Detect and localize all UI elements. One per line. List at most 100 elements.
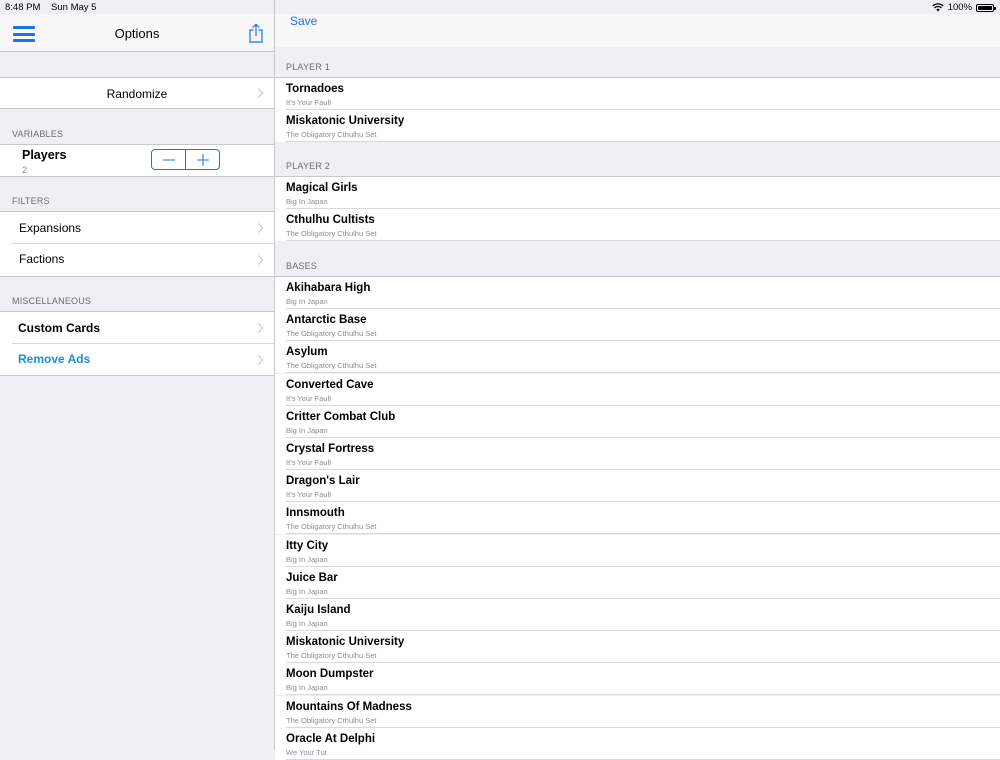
wifi-icon	[932, 3, 944, 12]
list-item[interactable]: Magical Girls Big In Japan	[275, 177, 1000, 209]
list-item-subtitle: The Obligatory Cthulhu Set	[286, 715, 377, 725]
players-value: 2	[22, 165, 28, 175]
save-button[interactable]: Save	[290, 14, 317, 28]
list-item-subtitle: The Obligatory Cthulhu Set	[286, 229, 377, 239]
chevron-right-icon	[253, 354, 264, 365]
increment-button[interactable]	[186, 150, 219, 169]
list-item-title: Innsmouth	[286, 507, 345, 520]
list-item-title: Critter Combat Club	[286, 410, 396, 423]
sidebar-title: Options	[114, 26, 160, 41]
list-item-title: Crystal Fortress	[286, 443, 375, 455]
custom-cards-label: Custom Cards	[18, 321, 101, 335]
list-item[interactable]: Akihabara High Big In Japan	[275, 277, 1000, 309]
list-item-subtitle: It's Your Fault	[286, 458, 332, 467]
list-item[interactable]: Dragon's Lair It's Your Fault	[275, 470, 1000, 503]
list-item-subtitle: Big In Japan	[286, 297, 328, 306]
sidebar: Options Randomize VARIABLES Players 2 FI…	[0, 0, 275, 750]
factions-label: Factions	[19, 252, 65, 266]
list-item[interactable]: Innsmouth The Obligatory Cthulhu Set	[275, 502, 1000, 535]
list-item-title: Converted Cave	[286, 378, 374, 391]
chevron-right-icon	[253, 223, 264, 233]
list-item[interactable]: Critter Combat Club Big In Japan	[275, 405, 1000, 438]
list-item[interactable]: Moon Dumpster Big In Japan	[275, 663, 1000, 696]
list-item-title: Kaiju Island	[286, 604, 351, 616]
list-item-title: Oracle At Delphi	[286, 732, 376, 745]
list-item-title: Itty City	[286, 539, 329, 552]
list-item[interactable]: Mountains Of Madness The Obligatory Cthul…	[275, 695, 1000, 728]
list-item[interactable]: Crystal Fortress It's Your Fault	[275, 438, 1000, 470]
list-item-subtitle: We Your Tut	[286, 747, 327, 757]
players-row: Players 2	[0, 144, 274, 177]
list-item-subtitle: The Obligatory Cthulhu Set	[286, 361, 377, 371]
expansions-label: Expansions	[19, 221, 82, 235]
list-item[interactable]: Asylum The Obligatory Cthulhu Set	[275, 341, 1000, 374]
expansions-row[interactable]: Expansions	[0, 211, 274, 244]
list-item-subtitle: The Obligatory Cthulhu Set	[286, 329, 377, 339]
bases-header: BASES	[286, 261, 318, 271]
remove-ads-row[interactable]: Remove Ads	[0, 344, 274, 376]
status-time: 8:48 PM	[5, 2, 41, 13]
status-left: 8:48 PM Sun May 5	[5, 2, 104, 13]
list-item-subtitle: The Obligatory Cthulhu Set	[286, 130, 377, 140]
battery-percent: 100%	[947, 2, 972, 13]
list-item-subtitle: Big In Japan	[286, 554, 328, 564]
list-item-subtitle: Big In Japan	[286, 197, 328, 206]
status-right: 100%	[932, 2, 996, 13]
list-item[interactable]: Juice Bar Big In Japan	[275, 566, 1000, 599]
list-item-subtitle: Big In Japan	[286, 586, 328, 596]
list-item[interactable]: Converted Cave It's Your Fault	[275, 373, 1000, 406]
sidebar-navbar: Options	[0, 14, 274, 52]
list-item[interactable]: Oracle At Delphi We Your Tut	[275, 727, 1000, 760]
players-label: Players	[22, 148, 67, 162]
list-item[interactable]: Cthulhu Cultists The Obligatory Cthulhu S…	[275, 209, 1000, 242]
randomize-row[interactable]: Randomize	[0, 77, 274, 109]
chevron-right-icon	[253, 323, 264, 333]
list-item-subtitle: Big In Japan	[286, 425, 328, 435]
share-icon[interactable]	[248, 23, 264, 43]
list-item-title: Antarctic Base	[286, 314, 367, 327]
minus-icon	[162, 159, 175, 160]
randomize-label: Randomize	[106, 87, 168, 101]
main-navbar: Save	[275, 14, 1000, 47]
list-item-title: Miskatonic University	[286, 115, 405, 128]
list-item-title: Cthulhu Cultists	[286, 214, 375, 227]
list-item-title: Akihabara High	[286, 282, 371, 294]
list-item-subtitle: The Obligatory Cthulhu Set	[286, 651, 377, 661]
filters-header: FILTERS	[12, 196, 50, 206]
battery-fill	[978, 5, 992, 10]
main-pane: Save PLAYER 1 Tornadoes It's Your Fault Mi…	[275, 0, 1000, 760]
list-item-title: Magical Girls	[286, 182, 358, 194]
status-date: Sun May 5	[51, 2, 97, 13]
list-item[interactable]: Miskatonic University The Obligatory Cthu…	[275, 631, 1000, 664]
variables-header: VARIABLES	[12, 129, 64, 139]
list-item-subtitle: Big In Japan	[286, 619, 328, 628]
player1-header: PLAYER 1	[286, 62, 330, 72]
list-item-title: Dragon's Lair	[286, 475, 360, 488]
list-item-title: Mountains Of Madness	[286, 700, 412, 713]
list-item-subtitle: It's Your Fault	[286, 393, 332, 403]
battery-icon	[976, 3, 996, 12]
status-bar: 8:48 PM Sun May 5 100%	[0, 0, 1000, 14]
list-item-title: Miskatonic University	[286, 636, 405, 649]
list-item-subtitle: It's Your Fault	[286, 98, 332, 107]
remove-ads-label: Remove Ads	[18, 352, 91, 366]
list-item-title: Tornadoes	[286, 83, 344, 95]
player2-header: PLAYER 2	[286, 161, 330, 171]
list-item-subtitle: The Obligatory Cthulhu Set	[286, 522, 377, 532]
list-item-title: Moon Dumpster	[286, 668, 374, 681]
chevron-right-icon	[253, 255, 264, 265]
list-item[interactable]: Antarctic Base The Obligatory Cthulhu Set	[275, 309, 1000, 342]
factions-row[interactable]: Factions	[0, 244, 274, 277]
list-item-title: Juice Bar	[286, 571, 338, 584]
list-item[interactable]: Tornadoes It's Your Fault	[275, 78, 1000, 110]
list-item[interactable]: Kaiju Island Big In Japan	[275, 599, 1000, 631]
list-item-subtitle: It's Your Fault	[286, 490, 332, 500]
misc-header: MISCELLANEOUS	[12, 296, 92, 306]
custom-cards-row[interactable]: Custom Cards	[0, 311, 274, 344]
list-item[interactable]: Itty City Big In Japan	[275, 534, 1000, 567]
list-item-subtitle: Big In Japan	[286, 683, 328, 693]
list-item[interactable]: Miskatonic University The Obligatory Cthu…	[275, 110, 1000, 143]
players-stepper[interactable]	[151, 149, 220, 170]
list-item-title: Asylum	[286, 346, 328, 359]
decrement-button[interactable]	[152, 150, 186, 169]
